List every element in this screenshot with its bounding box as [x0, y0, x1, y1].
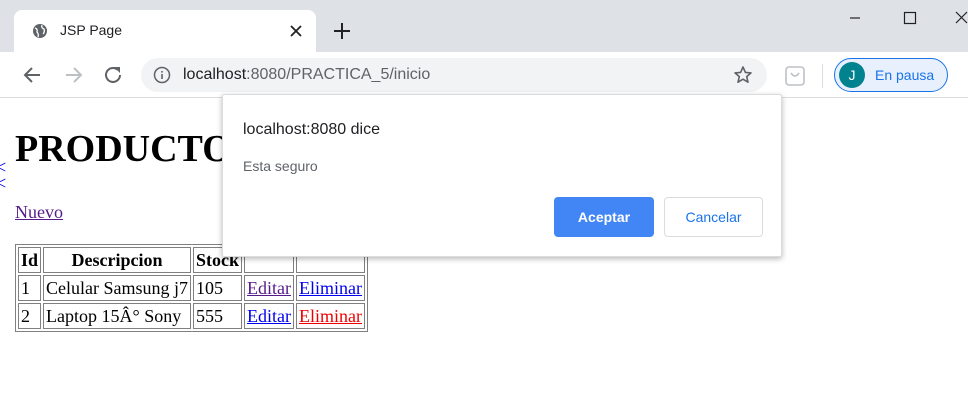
cell-edit: Editar	[244, 303, 295, 329]
edit-link[interactable]: Editar	[247, 278, 291, 298]
delete-link[interactable]: Eliminar	[299, 278, 362, 298]
cell-delete: Eliminar	[296, 275, 365, 301]
minimize-icon[interactable]	[832, 0, 878, 36]
maximize-icon[interactable]	[887, 0, 933, 36]
accept-button[interactable]: Aceptar	[554, 197, 654, 237]
cell-stock: 105	[193, 275, 243, 301]
extension-icon[interactable]	[784, 65, 806, 87]
products-table: Id Descripcion Stock 1 Celular Samsung j…	[15, 244, 368, 332]
url-rest: :8080/PRACTICA_5/inicio	[246, 66, 431, 83]
cell-descripcion: Laptop 15Â° Sony	[43, 303, 192, 329]
tab-title: JSP Page	[60, 22, 123, 38]
cell-delete: Eliminar	[296, 303, 365, 329]
close-icon[interactable]	[286, 21, 306, 41]
cell-id: 2	[18, 303, 42, 329]
edge-link-fragment: < <	[0, 157, 7, 193]
forward-arrow-icon[interactable]	[60, 62, 86, 88]
browser-titlebar: JSP Page	[0, 0, 968, 52]
dialog-message: Esta seguro	[243, 158, 318, 174]
delete-link[interactable]: Eliminar	[299, 306, 362, 326]
alert-dialog: localhost:8080 dice Esta seguro Aceptar …	[222, 94, 782, 257]
window-close-icon[interactable]	[938, 0, 968, 36]
cell-edit: Editar	[244, 275, 295, 301]
avatar: J	[839, 62, 865, 88]
browser-toolbar: localhost:8080/PRACTICA_5/inicio J En pa…	[0, 52, 968, 98]
browser-tab[interactable]: JSP Page	[14, 10, 316, 52]
cancel-button[interactable]: Cancelar	[664, 197, 763, 237]
info-icon[interactable]	[153, 66, 171, 84]
plus-icon[interactable]	[330, 19, 354, 43]
new-product-link[interactable]: Nuevo	[15, 202, 63, 223]
profile-label: En pausa	[875, 67, 935, 83]
cell-stock: 555	[193, 303, 243, 329]
header-id: Id	[18, 247, 42, 273]
table-row: 1 Celular Samsung j7 105 Editar Eliminar	[18, 275, 365, 301]
dialog-title: localhost:8080 dice	[243, 121, 380, 138]
star-icon[interactable]	[733, 65, 753, 85]
reload-icon[interactable]	[100, 62, 126, 88]
url-text: localhost:8080/PRACTICA_5/inicio	[183, 66, 430, 84]
cell-id: 1	[18, 275, 42, 301]
header-descripcion: Descripcion	[43, 247, 192, 273]
profile-button[interactable]: J En pausa	[834, 58, 948, 92]
address-bar[interactable]: localhost:8080/PRACTICA_5/inicio	[141, 58, 767, 92]
globe-icon	[33, 24, 47, 38]
table-row: 2 Laptop 15Â° Sony 555 Editar Eliminar	[18, 303, 365, 329]
cell-descripcion: Celular Samsung j7	[43, 275, 192, 301]
toolbar-divider	[822, 64, 823, 88]
edit-link[interactable]: Editar	[247, 306, 291, 326]
back-arrow-icon[interactable]	[20, 62, 46, 88]
url-host: localhost	[183, 66, 247, 83]
page-title: PRODUCTOS	[15, 128, 253, 170]
